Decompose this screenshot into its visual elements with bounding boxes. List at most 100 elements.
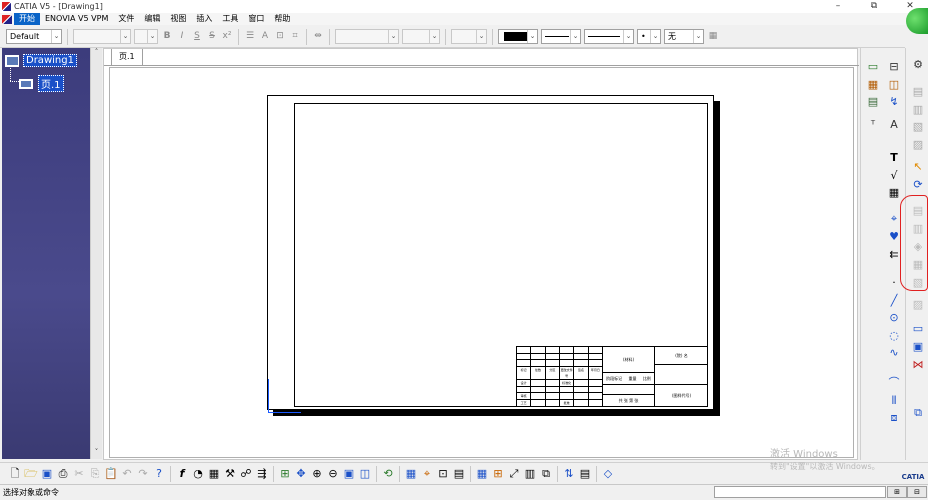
zoom-in-icon[interactable]: ⊕	[310, 467, 324, 481]
menu-help[interactable]: 帮助	[269, 13, 295, 25]
menu-window[interactable]: 窗口	[243, 13, 269, 25]
dim-type-combo[interactable]: ⌄	[451, 29, 487, 44]
cursor-icon[interactable]: ⤢	[507, 467, 521, 481]
tab-sheet-1[interactable]: 页.1	[111, 49, 143, 65]
font-size-combo[interactable]: ⌄	[134, 29, 158, 44]
menu-enovia[interactable]: ENOVIA V5 VPM	[40, 13, 113, 25]
print-icon[interactable]: ⎙	[56, 467, 70, 481]
help-icon[interactable]: ?	[152, 467, 166, 481]
fill-combo[interactable]: 无 ⌄	[664, 29, 704, 44]
text-tool-icon[interactable]: T	[887, 151, 901, 165]
properties-icon[interactable]: ▤	[578, 467, 592, 481]
dimension-icon[interactable]: ⧈	[887, 411, 901, 425]
view-icon[interactable]: ▥	[523, 467, 537, 481]
table-icon[interactable]: ▦	[207, 467, 221, 481]
pan-icon[interactable]: ✥	[294, 467, 308, 481]
drawing-sheet[interactable]: 标记 处数 分区 更改文件号 签名 年月日 设计 标准化 审核 工艺 批准 (材料) 阶段标记…	[267, 95, 714, 413]
bold-icon[interactable]: B	[161, 30, 173, 43]
color-combo[interactable]: ⌄	[498, 29, 538, 44]
normal-view-icon[interactable]: ◫	[358, 467, 372, 481]
knowledge-icon[interactable]: ◔	[191, 467, 205, 481]
paste-icon[interactable]: 📋	[104, 467, 118, 481]
new-icon[interactable]: 🗋	[8, 467, 22, 481]
drawing-canvas[interactable]: 标记 处数 分区 更改文件号 签名 年月日 设计 标准化 审核 工艺 批准 (材料) 阶段标记…	[109, 67, 854, 458]
command-b-button[interactable]: ⊟	[907, 486, 927, 498]
compass-ball-icon[interactable]	[906, 8, 928, 34]
symbol-icon[interactable]: ⌗	[289, 30, 301, 43]
erase-icon[interactable]: ◇	[601, 467, 615, 481]
arrow-icon[interactable]: √	[887, 169, 901, 183]
constraint-icon[interactable]: ⋈	[911, 358, 925, 372]
menu-edit[interactable]: 编辑	[139, 13, 165, 25]
strikethrough-icon[interactable]: S	[206, 30, 218, 43]
layer-icon[interactable]: ⧉	[539, 467, 553, 481]
cut-icon[interactable]: ✂	[72, 467, 86, 481]
tools-icon[interactable]: ⚒	[223, 467, 237, 481]
curve-icon[interactable]: ∿	[887, 346, 901, 360]
anchor-icon[interactable]: ⊡	[274, 30, 286, 43]
command-a-button[interactable]: ⊞	[887, 486, 907, 498]
zoom-out-icon[interactable]: ⊖	[326, 467, 340, 481]
scroll-up-icon[interactable]: ˄	[91, 48, 102, 59]
detail-icon[interactable]: ◫	[887, 78, 901, 92]
restore-button[interactable]: ⧉	[856, 0, 892, 12]
lineweight-combo[interactable]: ⌄	[584, 29, 634, 44]
superscript-icon[interactable]: x²	[221, 30, 233, 43]
dot-icon[interactable]: ·	[887, 276, 901, 290]
text-frame-icon[interactable]: A	[887, 118, 901, 132]
view-icon[interactable]: ⊟	[887, 60, 901, 74]
axis-line-icon[interactable]: ⇇	[887, 248, 901, 262]
calc-icon[interactable]: ▤	[866, 95, 880, 109]
line-icon[interactable]: ╱	[887, 294, 901, 308]
minimize-button[interactable]: –	[820, 0, 856, 12]
tree-node-sheet[interactable]: 页.1	[19, 75, 64, 92]
tolerance-combo[interactable]: ⌄	[335, 29, 399, 44]
fit-icon[interactable]: ⊞	[278, 467, 292, 481]
frame-icon[interactable]: ▭	[866, 60, 880, 74]
rectangle-icon[interactable]: ▭	[911, 322, 925, 336]
scroll-down-icon[interactable]: ˅	[91, 448, 102, 459]
snap-icon[interactable]: ⌖	[420, 467, 434, 481]
undo-icon[interactable]: ↶	[120, 467, 134, 481]
filter-icon[interactable]: ⊞	[491, 467, 505, 481]
point-combo[interactable]: • ⌄	[637, 29, 661, 44]
analysis-icon[interactable]: ⊡	[436, 467, 450, 481]
frame-text-icon[interactable]: A	[259, 30, 271, 43]
save-icon[interactable]: ▣	[40, 467, 54, 481]
pattern-icon[interactable]: ▦	[707, 30, 719, 43]
font-combo[interactable]: ⌄	[73, 29, 131, 44]
chamfer-icon[interactable]: ⌒	[887, 376, 901, 390]
command-input[interactable]	[714, 486, 886, 498]
grid-icon[interactable]: ▣	[911, 340, 925, 354]
mirror-icon[interactable]: ⫴	[887, 394, 901, 408]
italic-icon[interactable]: I	[176, 30, 188, 43]
menu-tools[interactable]: 工具	[217, 13, 243, 25]
balloon-icon[interactable]: ↯	[887, 95, 901, 109]
sketcher-icon[interactable]: ⚙	[911, 58, 925, 72]
copy-icon[interactable]: ⎘	[88, 467, 102, 481]
pattern-icon[interactable]: ♥	[887, 230, 901, 244]
text-icon[interactable]: ᵀ	[866, 118, 880, 132]
open-icon[interactable]: 🗁	[24, 467, 38, 481]
grid-icon[interactable]: ▦	[404, 467, 418, 481]
menu-file[interactable]: 文件	[113, 13, 139, 25]
measure-icon[interactable]: ▤	[452, 467, 466, 481]
formula-icon[interactable]: f	[175, 467, 189, 481]
update-icon[interactable]: ⟲	[381, 467, 395, 481]
update-icon[interactable]: ⟳	[911, 178, 925, 192]
circle-icon[interactable]: ⊙	[887, 311, 901, 325]
title-block[interactable]: 标记 处数 分区 更改文件号 签名 年月日 设计 标准化 审核 工艺 批准 (材料) 阶段标记…	[516, 346, 708, 407]
underline-icon[interactable]: S	[191, 30, 203, 43]
menu-insert[interactable]: 插入	[191, 13, 217, 25]
redo-icon[interactable]: ↷	[136, 467, 150, 481]
catalog-icon[interactable]: ☍	[239, 467, 253, 481]
select-icon[interactable]: ↖	[911, 160, 925, 174]
linetype-combo[interactable]: ⌄	[541, 29, 581, 44]
tree-node-drawing[interactable]: Drawing1	[5, 54, 77, 67]
point-icon[interactable]: ⌖	[887, 212, 901, 226]
drawing-area[interactable]: 页.1 标记 处数 分区 更改文件号 签名 年月日 设计 标准化 审核 工艺 批准	[103, 48, 859, 460]
sketch-icon[interactable]: ▦	[475, 467, 489, 481]
dimension-style-icon[interactable]: ⇹	[312, 30, 324, 43]
zoom-area-icon[interactable]: ▣	[342, 467, 356, 481]
menu-view[interactable]: 视图	[165, 13, 191, 25]
